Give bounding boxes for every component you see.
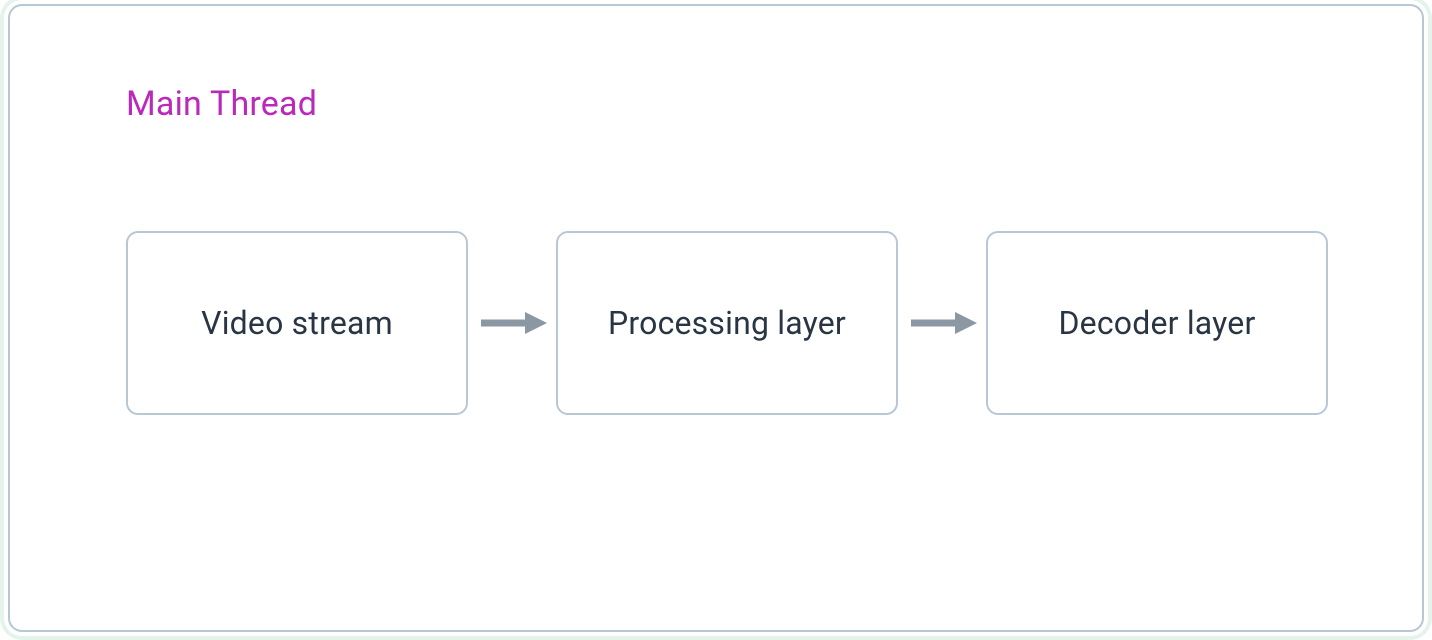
node-label: Processing layer [608,304,846,342]
node-video-stream: Video stream [126,231,468,415]
flow-row: Video stream Processing layer Decoder la… [126,231,1328,415]
node-label: Decoder layer [1058,304,1255,342]
diagram-title: Main Thread [126,84,317,124]
arrow-icon [898,311,986,335]
node-decoder-layer: Decoder layer [986,231,1328,415]
node-label: Video stream [201,304,393,342]
diagram-container: Main Thread Video stream Processing laye… [8,4,1424,632]
arrow-icon [468,311,556,335]
node-processing-layer: Processing layer [556,231,898,415]
